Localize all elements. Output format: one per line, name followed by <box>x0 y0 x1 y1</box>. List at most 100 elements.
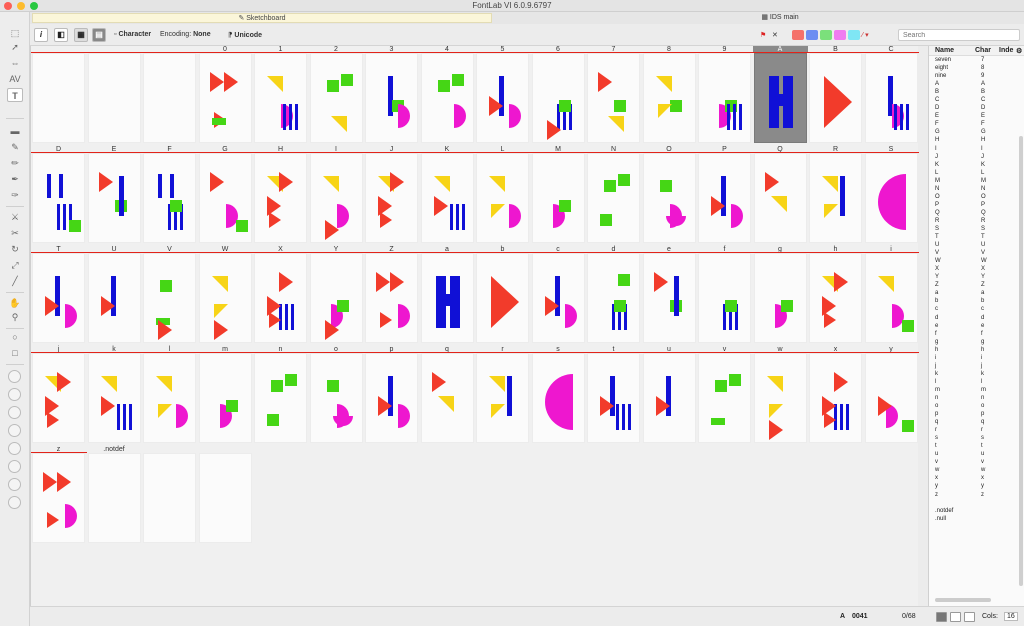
glyph-list-row[interactable]: GG <box>929 128 1024 136</box>
cell-size-large-button[interactable] <box>964 612 975 622</box>
glyph-cell[interactable]: N <box>586 146 641 246</box>
glyph-cell[interactable]: 6 <box>531 46 586 146</box>
clear-flag-icon[interactable]: ✕ <box>772 31 778 39</box>
rotate-tool-icon[interactable]: ↻ <box>7 242 23 256</box>
glyph-cell[interactable]: m <box>198 346 253 446</box>
glyph-list-row[interactable]: nn <box>929 394 1024 402</box>
glyph-cell[interactable]: o <box>309 346 364 446</box>
glyph-list-row[interactable]: ww <box>929 466 1024 474</box>
glyph-cell[interactable]: K <box>420 146 475 246</box>
swatch-green[interactable] <box>820 30 832 40</box>
glyph-cell[interactable]: w <box>753 346 808 446</box>
glyph-cell[interactable]: v <box>697 346 752 446</box>
glyph-cell[interactable]: r <box>475 346 530 446</box>
char-column-header[interactable]: Char <box>975 47 991 54</box>
glyph-list-row[interactable]: AA <box>929 80 1024 88</box>
glyph-cell[interactable]: d <box>586 246 641 346</box>
glyph-cell[interactable]: X <box>253 246 308 346</box>
glyph-cell[interactable]: i <box>864 246 919 346</box>
glyph-list-row[interactable]: qq <box>929 418 1024 426</box>
cell-size-medium-button[interactable] <box>950 612 961 622</box>
glyph-cell[interactable]: z <box>31 446 86 546</box>
glyph-list-row[interactable]: ss <box>929 434 1024 442</box>
brush-preset-4-icon[interactable] <box>8 424 21 437</box>
tab-sketchboard[interactable]: ✎ Sketchboard <box>32 13 492 23</box>
list-view-button[interactable]: ▤ <box>92 28 106 42</box>
glyph-list-row[interactable]: OO <box>929 193 1024 201</box>
glyph-list-row[interactable]: DD <box>929 104 1024 112</box>
glyph-list-row[interactable]: II <box>929 145 1024 153</box>
brush-preset-5-icon[interactable] <box>8 442 21 455</box>
glyph-list-row[interactable]: EE <box>929 112 1024 120</box>
glyph-cell[interactable]: P <box>697 146 752 246</box>
glyph-cell[interactable]: V <box>142 246 197 346</box>
glyph-cell[interactable]: t <box>586 346 641 446</box>
glyph-cell[interactable]: S <box>864 146 919 246</box>
hand-tool-icon[interactable]: ✋ <box>7 296 23 310</box>
glyph-cell[interactable]: 3 <box>364 46 419 146</box>
glyph-list-row[interactable]: NN <box>929 185 1024 193</box>
brush-preset-8-icon[interactable] <box>8 496 21 509</box>
glyph-list-row[interactable]: FF <box>929 120 1024 128</box>
glyph-list-row[interactable]: oo <box>929 402 1024 410</box>
glyph-cell[interactable]: e <box>642 246 697 346</box>
swatch-magenta[interactable] <box>834 30 846 40</box>
glyph-list-row[interactable]: tt <box>929 442 1024 450</box>
glyph-cell[interactable]: b <box>475 246 530 346</box>
brush-preset-6-icon[interactable] <box>8 460 21 473</box>
glyph-cell[interactable]: 8 <box>642 46 697 146</box>
glyph-cell[interactable]: f <box>697 246 752 346</box>
swatch-cyan[interactable] <box>848 30 860 40</box>
brush-preset-1-icon[interactable] <box>8 370 21 383</box>
glyph-cell[interactable]: p <box>364 346 419 446</box>
glyph-list-row[interactable]: BB <box>929 88 1024 96</box>
glyph-cell[interactable]: 5 <box>475 46 530 146</box>
glyph-list-row[interactable]: PP <box>929 201 1024 209</box>
glyph-cell[interactable]: T <box>31 246 86 346</box>
glyph-list-row[interactable]: dd <box>929 314 1024 322</box>
knife-tool-icon[interactable]: ⚔ <box>7 210 23 224</box>
cell-size-small-button[interactable] <box>936 612 947 622</box>
search-input[interactable] <box>898 29 1020 41</box>
glyph-cell[interactable]: D <box>31 146 86 246</box>
brush-preset-3-icon[interactable] <box>8 406 21 419</box>
glyph-list-row[interactable]: KK <box>929 161 1024 169</box>
glyph-list-row[interactable]: gg <box>929 338 1024 346</box>
glyph-list-row[interactable]: kk <box>929 370 1024 378</box>
glyph-cell[interactable]: 1 <box>253 46 308 146</box>
glyph-cell[interactable]: R <box>808 146 863 246</box>
glyph-list-row[interactable]: bb <box>929 297 1024 305</box>
no-color-icon[interactable]: ⁄ ▾ <box>862 31 869 39</box>
measure-tool-icon[interactable]: ╱ <box>7 274 23 288</box>
glyph-cell[interactable]: j <box>31 346 86 446</box>
rectangle-tool-icon[interactable]: □ <box>7 346 23 360</box>
glyph-list-row[interactable]: nine 9 <box>929 72 1024 80</box>
glyph-list-row[interactable]: jj <box>929 362 1024 370</box>
glyph-list-row[interactable]: hh <box>929 346 1024 354</box>
glyph-list-row[interactable] <box>929 499 1024 507</box>
flag-icon[interactable]: ⚑ <box>760 31 766 39</box>
glyph-cell[interactable]: J <box>364 146 419 246</box>
glyph-list-row[interactable]: JJ <box>929 153 1024 161</box>
glyph-list-row[interactable]: cc <box>929 305 1024 313</box>
glyph-cell[interactable]: q <box>420 346 475 446</box>
swatch-blue[interactable] <box>806 30 818 40</box>
kerning-tool-icon[interactable]: AV <box>7 72 23 86</box>
glyph-cell[interactable]: A <box>752 46 808 146</box>
glyph-cell[interactable]: s <box>531 346 586 446</box>
glyph-cell[interactable]: 7 <box>586 46 641 146</box>
glyph-cell[interactable]: 4 <box>420 46 475 146</box>
glyph-list-row[interactable]: ii <box>929 354 1024 362</box>
info-button[interactable]: i <box>34 28 48 42</box>
settings-icon[interactable]: ⚙ <box>1016 47 1022 55</box>
character-mode-toggle[interactable]: ▫ Character <box>114 31 151 38</box>
glyph-cell[interactable] <box>198 446 253 546</box>
glyph-list-row[interactable]: HH <box>929 136 1024 144</box>
glyph-list-row[interactable]: RR <box>929 217 1024 225</box>
pointer-tool-icon[interactable]: ➚ <box>7 40 23 54</box>
glyph-cell[interactable] <box>142 46 197 146</box>
glyph-cell[interactable]: k <box>87 346 142 446</box>
glyph-cell[interactable]: B <box>808 46 863 146</box>
glyph-cell[interactable]: 0 <box>198 46 253 146</box>
glyph-cell[interactable]: O <box>642 146 697 246</box>
